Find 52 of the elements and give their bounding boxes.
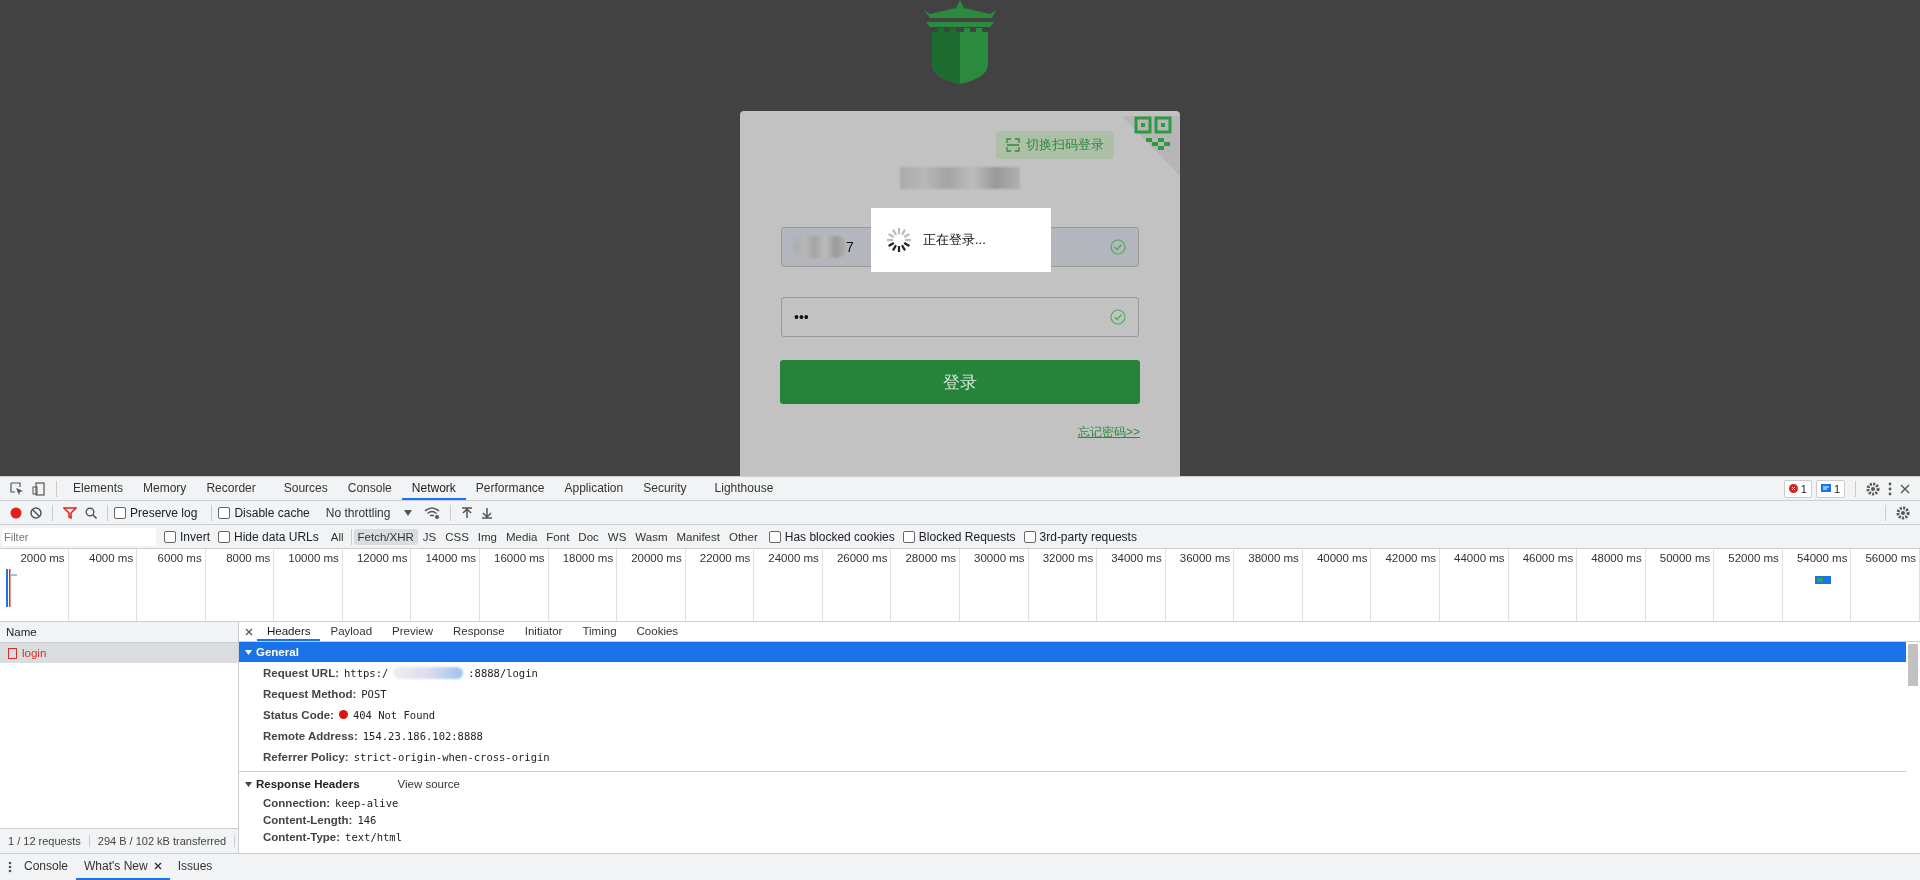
timeline-tick-label: 34000 ms: [1111, 552, 1162, 564]
header-value: 154.23.186.102:8888: [362, 729, 483, 742]
timeline-tick-label: 46000 ms: [1522, 552, 1574, 564]
column-header: Name: [6, 626, 37, 638]
header-name: Referrer Policy:: [263, 750, 349, 763]
timeline-tick-label: 14000 ms: [425, 552, 476, 564]
header-value: :8888/login: [468, 666, 538, 679]
status-text: 294 B / 102 kB transferred: [89, 835, 236, 847]
header-value: 404 Not Found: [352, 708, 436, 721]
header-value: strict-origin-when-cross-origin: [353, 750, 550, 763]
timeline-tick-label: 8000 ms: [226, 552, 271, 564]
header-name: Remote Address:: [263, 729, 358, 742]
timeline-tick-label: 4000 ms: [89, 552, 134, 564]
timeline-tick-label: 32000 ms: [1042, 552, 1094, 564]
header-name: Request URL:: [263, 666, 340, 679]
status-text: 1 / 12 requests: [0, 835, 90, 847]
timeline-tick-label: 6000 ms: [157, 552, 202, 564]
timeline-tick-label: 16000 ms: [494, 552, 545, 564]
timeline-tick-label: 42000 ms: [1385, 552, 1436, 564]
timeline-tick-label: 38000 ms: [1248, 552, 1299, 564]
section-title: General: [256, 646, 299, 658]
header-name: Status Code:: [263, 708, 334, 721]
timeline-tick-label: 54000 ms: [1796, 552, 1848, 564]
timeline-tick-label: 24000 ms: [768, 552, 819, 564]
header-value: https:/: [344, 666, 389, 679]
timeline-tick-label: 18000 ms: [562, 552, 614, 564]
header-name: Content-Length:: [263, 813, 353, 826]
timeline-tick-label: 10000 ms: [288, 552, 339, 564]
timeline-tick-label: 40000 ms: [1316, 552, 1368, 564]
timeline-tick-label: 48000 ms: [1591, 552, 1642, 564]
timeline-tick-label: 26000 ms: [836, 552, 888, 564]
request-name: login: [22, 647, 47, 659]
timeline-tick-label: 52000 ms: [1728, 552, 1779, 564]
timeline-tick-label: 28000 ms: [905, 552, 956, 564]
header-value: text/html: [345, 830, 402, 843]
timeline-tick-label: 36000 ms: [1179, 552, 1231, 564]
header-name: Content-Type:: [263, 830, 341, 843]
timeline-tick-label: 20000 ms: [631, 552, 682, 564]
header-value: keep-alive: [335, 796, 399, 809]
timeline-tick-label: 30000 ms: [974, 552, 1025, 564]
timeline-tick-label: 2000 ms: [20, 552, 65, 564]
timeline-tick-label: 12000 ms: [356, 552, 408, 564]
loading-text: 正在登录...: [923, 231, 986, 249]
header-value: 146: [357, 813, 377, 826]
timeline-tick-label: 22000 ms: [699, 552, 751, 564]
section-title: Response Headers: [256, 778, 360, 790]
timeline-tick-label: 56000 ms: [1865, 552, 1916, 564]
header-value: POST: [361, 687, 387, 700]
header-name: Connection:: [263, 796, 331, 809]
timeline-tick-label: 44000 ms: [1454, 552, 1505, 564]
header-name: Request Method:: [263, 687, 357, 700]
timeline-tick-label: 50000 ms: [1659, 552, 1711, 564]
